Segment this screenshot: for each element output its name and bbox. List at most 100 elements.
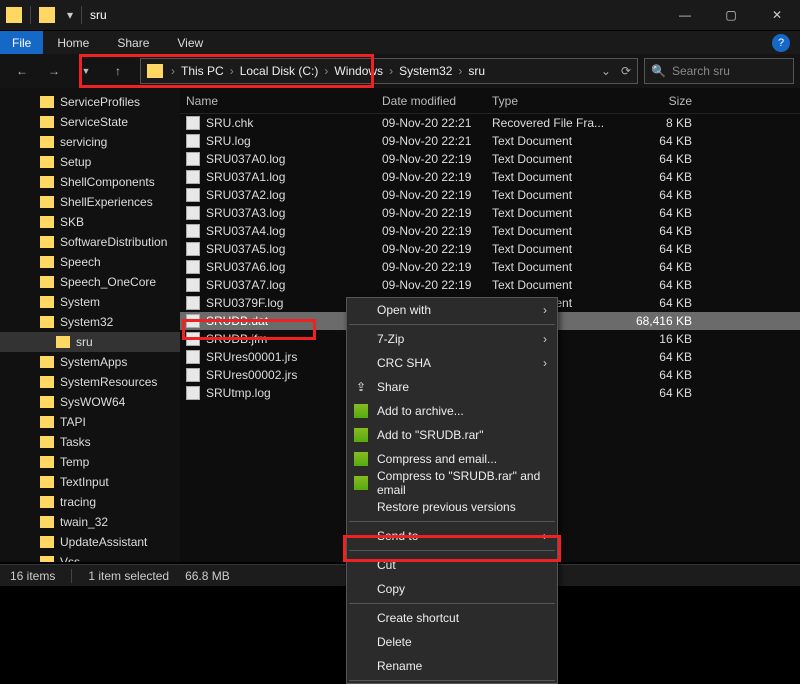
context-menu-item[interactable]: Send to	[347, 524, 557, 548]
tree-item[interactable]: twain_32	[0, 512, 180, 532]
help-button[interactable]: ?	[772, 34, 790, 52]
context-menu-label: Add to "SRUDB.rar"	[377, 428, 484, 442]
file-type: Text Document	[492, 134, 622, 148]
address-bar[interactable]: › This PC › Local Disk (C:) › Windows › …	[140, 58, 638, 84]
close-button[interactable]: ✕	[754, 0, 800, 30]
tree-item[interactable]: SoftwareDistribution	[0, 232, 180, 252]
folder-icon	[40, 356, 54, 368]
context-menu[interactable]: Open with 7-ZipCRC SHA⇪ShareAdd to archiv…	[346, 297, 558, 684]
context-menu-item[interactable]: Compress to "SRUDB.rar" and email	[347, 471, 557, 495]
breadcrumb-segment[interactable]: Windows	[334, 64, 383, 78]
tree-item[interactable]: UpdateAssistant	[0, 532, 180, 552]
chevron-right-icon[interactable]: ›	[230, 64, 234, 78]
tree-item[interactable]: SystemResources	[0, 372, 180, 392]
share-tab[interactable]: Share	[103, 31, 163, 54]
tree-item[interactable]: SystemApps	[0, 352, 180, 372]
file-row[interactable]: SRU037A6.log09-Nov-20 22:19Text Document…	[180, 258, 800, 276]
tree-item[interactable]: Temp	[0, 452, 180, 472]
folder-icon	[40, 196, 54, 208]
context-menu-item[interactable]: Restore previous versions	[347, 495, 557, 519]
tree-item-label: SystemResources	[60, 375, 157, 389]
tree-item[interactable]: System32	[0, 312, 180, 332]
file-menu[interactable]: File	[0, 31, 43, 54]
folder-icon	[40, 156, 54, 168]
column-size[interactable]: Size	[622, 94, 712, 108]
file-row[interactable]: SRU037A5.log09-Nov-20 22:19Text Document…	[180, 240, 800, 258]
home-tab[interactable]: Home	[43, 31, 103, 54]
file-row[interactable]: SRU037A3.log09-Nov-20 22:19Text Document…	[180, 204, 800, 222]
quick-access-dropdown[interactable]: ▾	[67, 8, 73, 22]
tree-item[interactable]: ServiceState	[0, 112, 180, 132]
context-menu-item[interactable]: Rename	[347, 654, 557, 678]
tree-item[interactable]: sru	[0, 332, 180, 352]
tree-item[interactable]: TextInput	[0, 472, 180, 492]
breadcrumb-segment[interactable]: This PC	[181, 64, 224, 78]
up-button[interactable]: ↑	[106, 59, 130, 83]
context-menu-item[interactable]: ⇪Share	[347, 375, 557, 399]
context-menu-item[interactable]: Copy	[347, 577, 557, 601]
breadcrumb-segment[interactable]: sru	[468, 64, 485, 78]
file-date: 09-Nov-20 22:21	[382, 116, 492, 130]
tree-item-label: Setup	[60, 155, 91, 169]
navigation-tree[interactable]: ServiceProfiles ServiceState servicing Setu…	[0, 88, 180, 562]
tree-item[interactable]: Vss	[0, 552, 180, 562]
chevron-right-icon[interactable]: ›	[389, 64, 393, 78]
ribbon-tabs: File Home Share View ?	[0, 30, 800, 54]
refresh-button[interactable]: ⟳	[621, 64, 631, 78]
tree-item[interactable]: ShellComponents	[0, 172, 180, 192]
tree-item[interactable]: TAPI	[0, 412, 180, 432]
file-size: 64 KB	[622, 368, 712, 382]
file-row[interactable]: SRU037A7.log09-Nov-20 22:19Text Document…	[180, 276, 800, 294]
chevron-right-icon[interactable]: ›	[458, 64, 462, 78]
column-date[interactable]: Date modified	[382, 94, 492, 108]
context-menu-item[interactable]: 7-Zip	[347, 327, 557, 351]
column-type[interactable]: Type	[492, 94, 622, 108]
recent-dropdown[interactable]: ▼	[74, 59, 98, 83]
tree-item[interactable]: Speech	[0, 252, 180, 272]
tree-item[interactable]: servicing	[0, 132, 180, 152]
search-input[interactable]: 🔍 Search sru	[644, 58, 794, 84]
tree-item[interactable]: SysWOW64	[0, 392, 180, 412]
file-row[interactable]: SRU037A2.log09-Nov-20 22:19Text Document…	[180, 186, 800, 204]
context-menu-label: Copy	[377, 582, 405, 596]
tree-item[interactable]: System	[0, 292, 180, 312]
address-dropdown[interactable]: ⌄	[601, 64, 611, 78]
context-menu-item[interactable]: Cut	[347, 553, 557, 577]
context-menu-item[interactable]: Open with	[347, 298, 557, 322]
minimize-button[interactable]: —	[662, 0, 708, 30]
file-row[interactable]: SRU.chk09-Nov-20 22:21Recovered File Fra…	[180, 114, 800, 132]
file-date: 09-Nov-20 22:19	[382, 242, 492, 256]
tree-item[interactable]: Speech_OneCore	[0, 272, 180, 292]
context-menu-item[interactable]: Add to "SRUDB.rar"	[347, 423, 557, 447]
breadcrumb-segment[interactable]: System32	[399, 64, 452, 78]
chevron-right-icon[interactable]: ›	[324, 64, 328, 78]
forward-button[interactable]: →	[42, 59, 66, 83]
column-name[interactable]: Name	[186, 94, 382, 108]
chevron-right-icon[interactable]: ›	[171, 64, 175, 78]
archive-icon	[353, 451, 369, 467]
maximize-button[interactable]: ▢	[708, 0, 754, 30]
column-headers[interactable]: Name Date modified Type Size	[180, 88, 800, 114]
tree-item-label: ServiceState	[60, 115, 128, 129]
tree-item[interactable]: ShellExperiences	[0, 192, 180, 212]
folder-icon	[40, 536, 54, 548]
view-tab[interactable]: View	[163, 31, 217, 54]
file-row[interactable]: SRU.log09-Nov-20 22:21Text Document64 KB	[180, 132, 800, 150]
context-menu-item[interactable]: Delete	[347, 630, 557, 654]
context-menu-item[interactable]: Compress and email...	[347, 447, 557, 471]
tree-item[interactable]: Tasks	[0, 432, 180, 452]
back-button[interactable]: ←	[10, 59, 34, 83]
file-row[interactable]: SRU037A1.log09-Nov-20 22:19Text Document…	[180, 168, 800, 186]
context-menu-item[interactable]: CRC SHA	[347, 351, 557, 375]
breadcrumb-segment[interactable]: Local Disk (C:)	[240, 64, 319, 78]
tree-item[interactable]: ServiceProfiles	[0, 92, 180, 112]
tree-item[interactable]: tracing	[0, 492, 180, 512]
context-menu-item[interactable]: Create shortcut	[347, 606, 557, 630]
tree-item[interactable]: Setup	[0, 152, 180, 172]
file-row[interactable]: SRU037A4.log09-Nov-20 22:19Text Document…	[180, 222, 800, 240]
tree-item[interactable]: SKB	[0, 212, 180, 232]
file-type: Recovered File Fra...	[492, 116, 622, 130]
file-row[interactable]: SRU037A0.log09-Nov-20 22:19Text Document…	[180, 150, 800, 168]
context-menu-item[interactable]: Add to archive...	[347, 399, 557, 423]
file-size: 64 KB	[622, 260, 712, 274]
